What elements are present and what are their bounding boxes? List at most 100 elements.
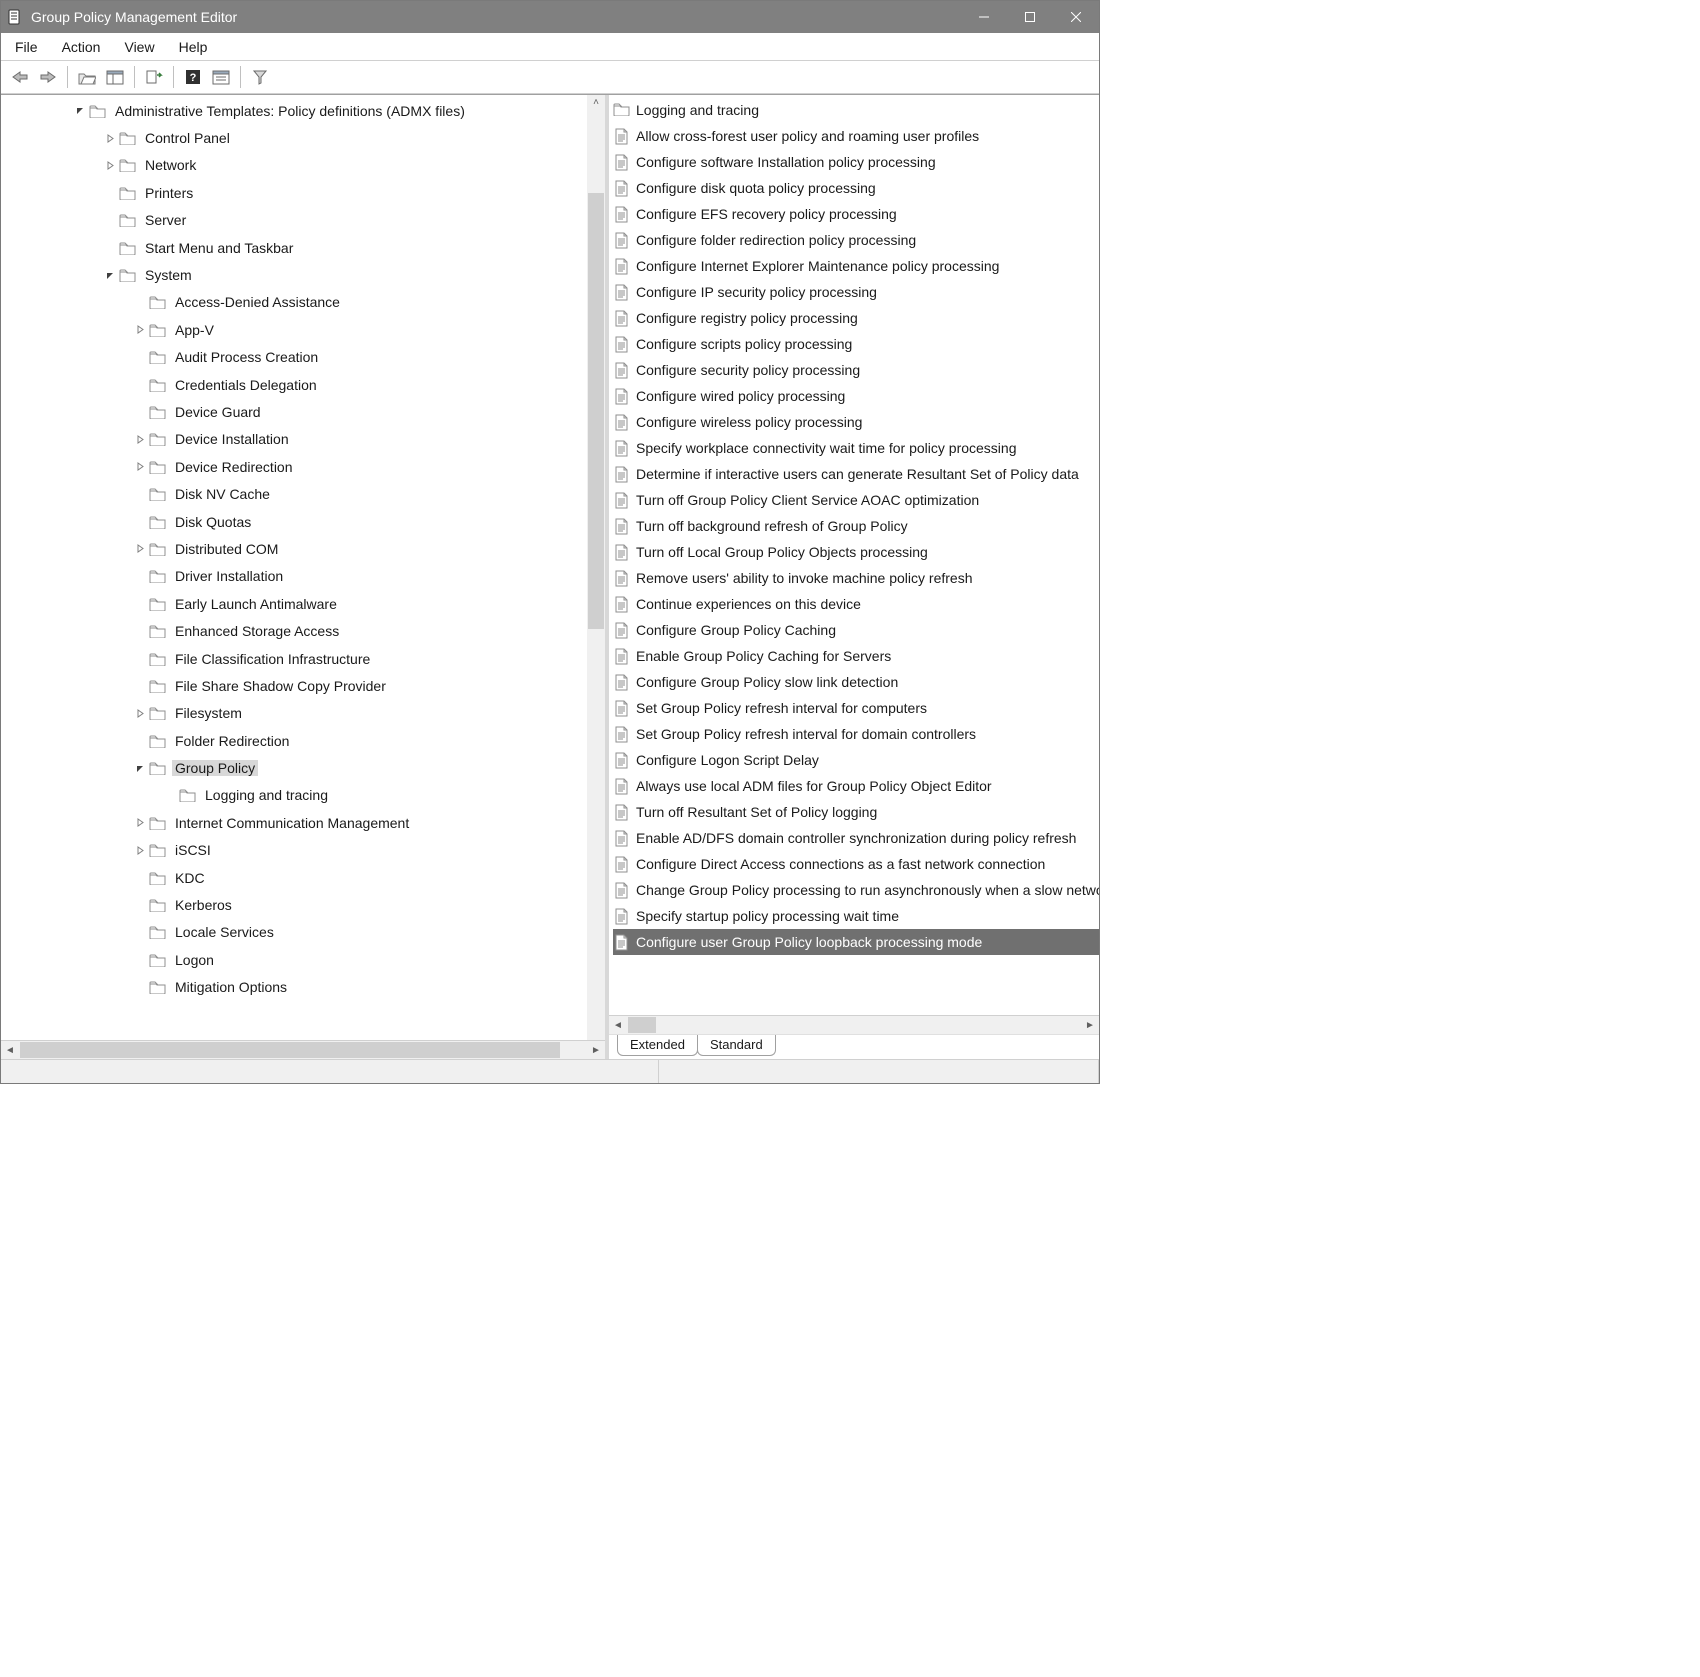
expander-icon[interactable] [133, 432, 147, 446]
tree-item[interactable]: Network [1, 152, 605, 179]
expander-icon[interactable] [133, 843, 147, 857]
list-horizontal-scrollbar[interactable]: ◄ ► [609, 1015, 1099, 1034]
back-button[interactable] [7, 64, 33, 90]
close-button[interactable] [1053, 1, 1099, 33]
list-item[interactable]: Configure folder redirection policy proc… [613, 227, 1099, 253]
tree-item[interactable]: Logging and tracing [1, 782, 605, 809]
expander-icon[interactable] [103, 186, 117, 200]
expander-icon[interactable] [133, 378, 147, 392]
list-item[interactable]: Configure wireless policy processing [613, 409, 1099, 435]
list-item[interactable]: Specify workplace connectivity wait time… [613, 435, 1099, 461]
tree-item-admin-templates[interactable]: Administrative Templates: Policy definit… [1, 97, 605, 124]
tree-view[interactable]: ˄ Administrative Templates: Policy defin… [1, 95, 605, 1040]
list-item[interactable]: Configure disk quota policy processing [613, 175, 1099, 201]
expander-icon[interactable] [133, 295, 147, 309]
list-item[interactable]: Turn off background refresh of Group Pol… [613, 513, 1099, 539]
tree-item[interactable]: Enhanced Storage Access [1, 617, 605, 644]
tree-horizontal-scrollbar[interactable]: ◄ ► [1, 1040, 605, 1059]
tree-scroll-up-icon[interactable]: ˄ [589, 97, 603, 111]
tree-item[interactable]: Control Panel [1, 124, 605, 151]
expander-icon[interactable] [133, 652, 147, 666]
list-item[interactable]: Set Group Policy refresh interval for do… [613, 721, 1099, 747]
list-item[interactable]: Always use local ADM files for Group Pol… [613, 773, 1099, 799]
expander-icon[interactable] [133, 679, 147, 693]
properties-button[interactable] [208, 64, 234, 90]
expander-icon[interactable] [103, 131, 117, 145]
tree-item[interactable]: Folder Redirection [1, 727, 605, 754]
expander-icon[interactable] [133, 980, 147, 994]
tree-item[interactable]: Start Menu and Taskbar [1, 234, 605, 261]
tree-item[interactable]: Access-Denied Assistance [1, 289, 605, 316]
tree-item[interactable]: File Share Shadow Copy Provider [1, 672, 605, 699]
list-item[interactable]: Allow cross-forest user policy and roami… [613, 123, 1099, 149]
menu-action[interactable]: Action [50, 36, 113, 58]
tab-extended[interactable]: Extended [617, 1035, 698, 1056]
forward-button[interactable] [35, 64, 61, 90]
list-item[interactable]: Configure IP security policy processing [613, 279, 1099, 305]
scroll-left-icon[interactable]: ◄ [609, 1016, 627, 1034]
list-item[interactable]: Turn off Local Group Policy Objects proc… [613, 539, 1099, 565]
tree-item[interactable]: Server [1, 207, 605, 234]
menu-view[interactable]: View [112, 36, 166, 58]
list-item[interactable]: Continue experiences on this device [613, 591, 1099, 617]
menu-help[interactable]: Help [167, 36, 220, 58]
scroll-right-icon[interactable]: ► [587, 1041, 605, 1059]
expander-icon[interactable] [103, 213, 117, 227]
tree-item[interactable]: Kerberos [1, 891, 605, 918]
expander-icon[interactable] [133, 569, 147, 583]
expander-icon[interactable] [133, 898, 147, 912]
tree-vertical-scrollbar[interactable] [587, 95, 605, 1040]
tree-item[interactable]: Internet Communication Management [1, 809, 605, 836]
tree-item[interactable]: Locale Services [1, 919, 605, 946]
expander-icon[interactable] [133, 953, 147, 967]
tree-item[interactable]: Device Installation [1, 426, 605, 453]
policy-list[interactable]: Logging and tracingAllow cross-forest us… [609, 95, 1099, 1015]
list-item[interactable]: Configure wired policy processing [613, 383, 1099, 409]
list-item[interactable]: Change Group Policy processing to run as… [613, 877, 1099, 903]
list-item[interactable]: Logging and tracing [613, 97, 1099, 123]
menu-file[interactable]: File [3, 36, 50, 58]
list-item[interactable]: Enable AD/DFS domain controller synchron… [613, 825, 1099, 851]
expander-icon[interactable] [133, 323, 147, 337]
export-list-button[interactable] [141, 64, 167, 90]
list-item[interactable]: Configure Group Policy Caching [613, 617, 1099, 643]
tree-item[interactable]: System [1, 261, 605, 288]
scroll-left-icon[interactable]: ◄ [1, 1041, 19, 1059]
tree-item[interactable]: Logon [1, 946, 605, 973]
tree-item[interactable]: Early Launch Antimalware [1, 590, 605, 617]
list-item[interactable]: Configure security policy processing [613, 357, 1099, 383]
list-item[interactable]: Configure EFS recovery policy processing [613, 201, 1099, 227]
expander-icon[interactable] [103, 241, 117, 255]
expander-icon[interactable] [163, 788, 177, 802]
tree-item[interactable]: File Classification Infrastructure [1, 645, 605, 672]
expander-icon[interactable] [103, 158, 117, 172]
expander-icon[interactable] [73, 104, 87, 118]
list-item[interactable]: Enable Group Policy Caching for Servers [613, 643, 1099, 669]
list-item[interactable]: Set Group Policy refresh interval for co… [613, 695, 1099, 721]
tree-item[interactable]: Audit Process Creation [1, 344, 605, 371]
list-item[interactable]: Remove users' ability to invoke machine … [613, 565, 1099, 591]
expander-icon[interactable] [133, 460, 147, 474]
tree-item[interactable]: Filesystem [1, 700, 605, 727]
tree-item[interactable]: Group Policy [1, 754, 605, 781]
expander-icon[interactable] [133, 597, 147, 611]
list-item[interactable]: Configure software Installation policy p… [613, 149, 1099, 175]
list-item[interactable]: Configure user Group Policy loopback pro… [613, 929, 1099, 955]
list-item[interactable]: Configure Group Policy slow link detecti… [613, 669, 1099, 695]
expander-icon[interactable] [133, 624, 147, 638]
tree-item[interactable]: Distributed COM [1, 535, 605, 562]
list-item[interactable]: Configure Direct Access connections as a… [613, 851, 1099, 877]
expander-icon[interactable] [133, 405, 147, 419]
list-item[interactable]: Configure Logon Script Delay [613, 747, 1099, 773]
expander-icon[interactable] [133, 542, 147, 556]
list-item[interactable]: Determine if interactive users can gener… [613, 461, 1099, 487]
tree-item[interactable]: KDC [1, 864, 605, 891]
tree-item[interactable]: Device Redirection [1, 453, 605, 480]
filter-button[interactable] [247, 64, 273, 90]
tree-item[interactable]: Device Guard [1, 398, 605, 425]
help-button[interactable]: ? [180, 64, 206, 90]
tree-item[interactable]: Credentials Delegation [1, 371, 605, 398]
list-item[interactable]: Turn off Resultant Set of Policy logging [613, 799, 1099, 825]
expander-icon[interactable] [103, 268, 117, 282]
expander-icon[interactable] [133, 515, 147, 529]
